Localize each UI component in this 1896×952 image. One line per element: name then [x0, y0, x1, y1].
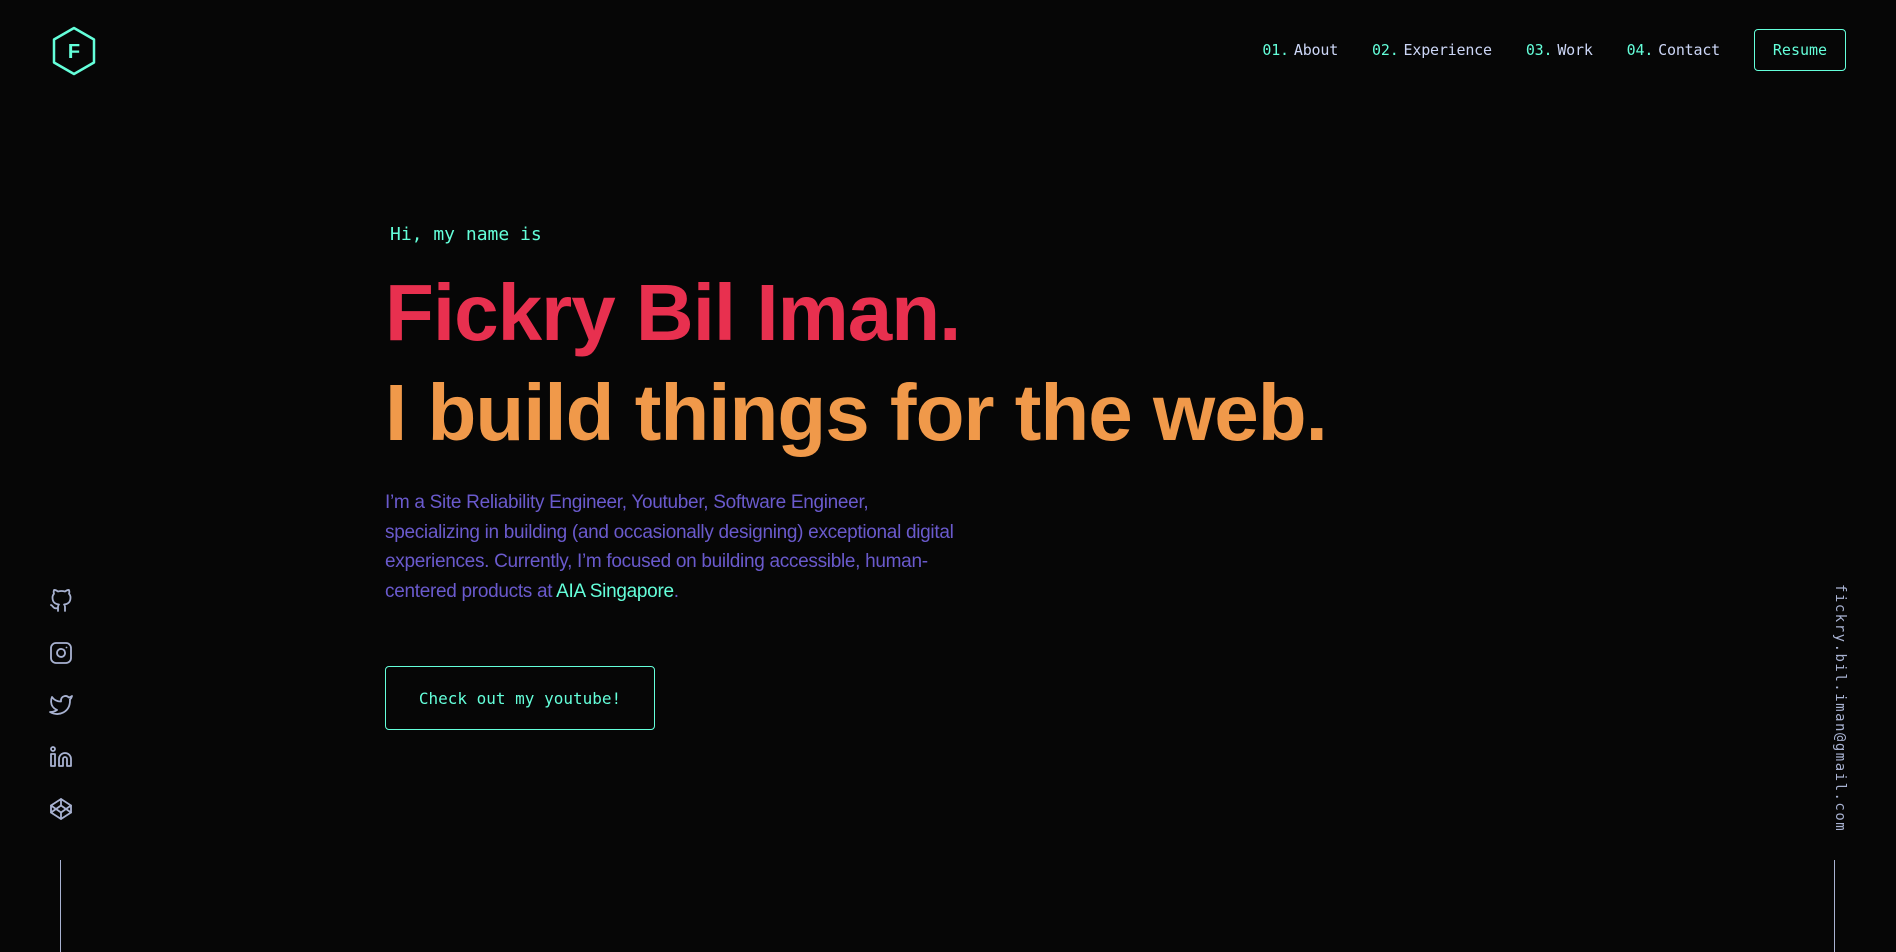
codepen-icon	[50, 798, 72, 820]
logo-letter: F	[68, 41, 80, 63]
nav-number: 04.	[1626, 41, 1654, 59]
nav-label: Experience	[1403, 41, 1493, 59]
youtube-cta-button[interactable]: Check out my youtube!	[385, 666, 655, 730]
instagram-link[interactable]	[44, 636, 78, 670]
twitter-icon	[49, 695, 73, 715]
nav-number: 02.	[1372, 41, 1399, 59]
twitter-link[interactable]	[44, 688, 78, 722]
hero-greeting: Hi, my name is	[390, 224, 542, 245]
linkedin-icon	[50, 746, 72, 767]
linkedin-link[interactable]	[44, 740, 78, 774]
company-link[interactable]: AIA Singapore	[556, 581, 674, 602]
hexagon-logo-icon: F	[52, 26, 96, 76]
hero-section: Hi, my name is Fickry Bil Iman. I build …	[385, 220, 1485, 730]
hero-tagline: I build things for the web.	[385, 368, 1328, 457]
nav-label: About	[1293, 41, 1339, 59]
nav-number: 03.	[1525, 41, 1553, 59]
bio-end: .	[673, 580, 679, 602]
hero-bio: I’m a Site Reliability Engineer, Youtube…	[385, 488, 965, 606]
nav-label: Contact	[1658, 41, 1720, 59]
hero-name: Fickry Bil Iman.	[385, 268, 961, 357]
right-rail-line	[1834, 860, 1835, 952]
nav-contact[interactable]: 04. Contact	[1626, 41, 1721, 59]
github-icon	[50, 589, 72, 612]
github-link[interactable]	[44, 584, 78, 618]
resume-button[interactable]: Resume	[1754, 29, 1846, 71]
nav-work[interactable]: 03. Work	[1526, 41, 1593, 59]
email-link[interactable]: fickry.bil.iman@gmail.com	[1822, 584, 1848, 834]
left-rail-line	[60, 860, 61, 952]
nav-about[interactable]: 01. About	[1262, 41, 1338, 59]
nav-number: 01.	[1262, 41, 1289, 59]
logo[interactable]: F	[51, 26, 97, 76]
instagram-icon	[50, 642, 72, 664]
nav-label: Work	[1557, 41, 1593, 59]
main-nav: 01. About 02. Experience 03. Work 04. Contac…	[1262, 28, 1896, 72]
codepen-link[interactable]	[44, 792, 78, 826]
nav-experience[interactable]: 02. Experience	[1372, 41, 1492, 59]
social-links	[40, 584, 82, 844]
